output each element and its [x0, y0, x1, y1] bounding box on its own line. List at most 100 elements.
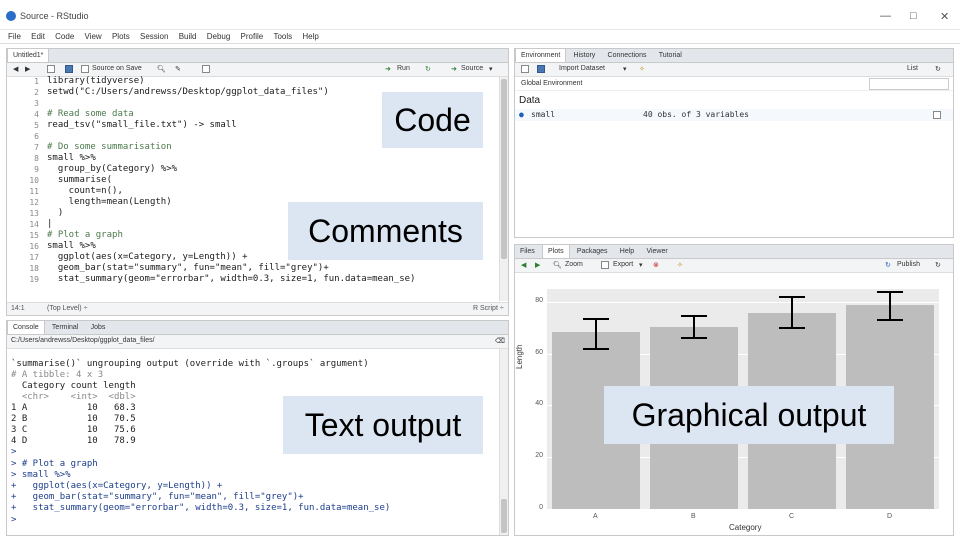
broom-icon[interactable]: ✧ [639, 65, 645, 73]
menu-code[interactable]: Code [55, 30, 74, 44]
publish-button[interactable]: Publish [897, 261, 920, 268]
line-number: 3 [34, 99, 39, 108]
y-tick-label: 80 [535, 297, 543, 304]
menu-profile[interactable]: Profile [241, 30, 264, 44]
line-number: 1 [34, 77, 39, 86]
environment-search-input[interactable] [869, 78, 949, 90]
remove-plot-icon[interactable]: ⊗ [653, 261, 659, 269]
code-line: stat_summary(geom="errorbar", width=0.3,… [47, 274, 416, 284]
previous-plot-icon[interactable]: ◀ [521, 261, 526, 269]
expand-icon[interactable]: ● [519, 110, 524, 119]
console-line: 4 D 10 78.9 [11, 436, 136, 446]
search-icon[interactable]: 🔍︎ [157, 65, 166, 73]
save-icon[interactable] [65, 65, 73, 73]
x-tick-label: B [691, 513, 696, 520]
file-type-selector[interactable]: R Script ÷ [473, 305, 504, 312]
code-line: small %>% [47, 153, 96, 163]
menu-help[interactable]: Help [302, 30, 318, 44]
refresh-icon[interactable]: ↻ [935, 261, 941, 269]
clear-console-icon[interactable]: ⌫ [495, 337, 505, 345]
working-directory-path[interactable]: C:/Users/andrewss/Desktop/ggplot_data_fi… [11, 337, 155, 344]
publish-icon: ↻ [885, 262, 891, 269]
tab-connections[interactable]: Connections [603, 49, 652, 62]
global-environment-selector[interactable]: Global Environment [521, 80, 582, 87]
line-number: 11 [29, 187, 39, 196]
menu-edit[interactable]: Edit [31, 30, 45, 44]
menu-view[interactable]: View [85, 30, 102, 44]
error-cap-top-B [680, 315, 708, 318]
export-button[interactable]: Export [613, 261, 633, 268]
minimize-button[interactable]: — [880, 10, 891, 22]
tab-jobs[interactable]: Jobs [86, 321, 111, 334]
chevron-down-icon[interactable]: ▾ [639, 261, 643, 269]
view-data-icon[interactable] [933, 110, 941, 119]
tab-files[interactable]: Files [515, 245, 540, 258]
menu-bar: File Edit Code View Plots Session Build … [0, 30, 960, 44]
load-workspace-icon[interactable] [521, 65, 529, 73]
maximize-button[interactable]: □ [910, 10, 917, 22]
menu-debug[interactable]: Debug [207, 30, 231, 44]
forward-icon[interactable]: ▶ [25, 65, 30, 73]
tab-terminal[interactable]: Terminal [47, 321, 83, 334]
error-cap-bottom-D [876, 319, 904, 322]
console-scrollbar[interactable] [499, 349, 508, 535]
x-axis-label: Category [729, 523, 762, 532]
tab-plots[interactable]: Plots [542, 245, 570, 258]
line-number: 7 [34, 143, 39, 152]
import-dataset-button[interactable]: Import Dataset [559, 65, 605, 72]
scope-selector[interactable]: (Top Level) ÷ [47, 305, 87, 312]
source-on-save-checkbox[interactable] [81, 65, 89, 73]
menu-plots[interactable]: Plots [112, 30, 130, 44]
refresh-icon[interactable]: ↻ [935, 65, 941, 73]
compile-report-icon[interactable] [202, 65, 210, 73]
source-button[interactable]: Source [461, 65, 483, 72]
export-icon [601, 261, 609, 269]
tab-tutorial[interactable]: Tutorial [654, 49, 687, 62]
rerun-icon[interactable]: ↻ [425, 65, 431, 73]
save-workspace-icon[interactable] [537, 65, 545, 73]
console-line: + ggplot(aes(x=Category, y=Length)) + [11, 481, 223, 491]
environment-row[interactable]: ● small 40 obs. of 3 variables [515, 109, 953, 121]
tab-viewer[interactable]: Viewer [641, 245, 672, 258]
tab-history[interactable]: History [569, 49, 601, 62]
tab-packages[interactable]: Packages [572, 245, 613, 258]
console-path-bar: C:/Users/andrewss/Desktop/ggplot_data_fi… [7, 335, 508, 349]
environment-pane: Environment History Connections Tutorial… [514, 48, 954, 238]
menu-build[interactable]: Build [179, 30, 197, 44]
line-number: 8 [34, 154, 39, 163]
text-cursor: | [47, 219, 53, 229]
close-button[interactable]: ✕ [940, 10, 949, 23]
graphical-output-label: Graphical output [604, 386, 894, 444]
chevron-down-icon[interactable]: ▾ [489, 65, 493, 73]
tab-untitled1[interactable]: Untitled1* [7, 49, 50, 62]
tab-console[interactable]: Console [7, 321, 45, 334]
code-line: count=n(), [47, 186, 123, 196]
x-tick-label: D [887, 513, 893, 520]
code-line: ) [47, 208, 64, 218]
zoom-button[interactable]: Zoom [565, 261, 583, 268]
line-number: 4 [34, 110, 39, 119]
broom-icon[interactable]: ✧ [677, 261, 683, 269]
tab-help[interactable]: Help [615, 245, 639, 258]
tab-environment[interactable]: Environment [515, 49, 567, 62]
back-icon[interactable]: ◀ [13, 65, 18, 73]
menu-session[interactable]: Session [140, 30, 168, 44]
show-in-window-icon[interactable] [47, 65, 55, 73]
environment-toolbar: Import Dataset ▾ ✧ List ↻ [515, 63, 953, 77]
scroll-thumb[interactable] [501, 79, 507, 259]
line-number: 18 [29, 264, 39, 273]
magic-wand-icon[interactable]: ✎ [175, 65, 181, 73]
chevron-down-icon[interactable]: ▾ [623, 65, 627, 73]
next-plot-icon[interactable]: ▶ [535, 261, 540, 269]
menu-file[interactable]: File [8, 30, 21, 44]
code-line: group_by(Category) %>% [47, 164, 178, 174]
source-pane: Untitled1* ◀ ▶ Source on Save 🔍︎ ✎ ➜ Run… [6, 48, 509, 316]
variable-description: 40 obs. of 3 variables [643, 110, 749, 119]
editor-scrollbar[interactable] [499, 77, 508, 301]
list-view-selector[interactable]: List [907, 65, 918, 72]
scroll-thumb[interactable] [501, 499, 507, 533]
source-on-save-label: Source on Save [92, 65, 142, 72]
line-number: 9 [34, 165, 39, 174]
run-button[interactable]: Run [397, 65, 410, 72]
menu-tools[interactable]: Tools [273, 30, 292, 44]
